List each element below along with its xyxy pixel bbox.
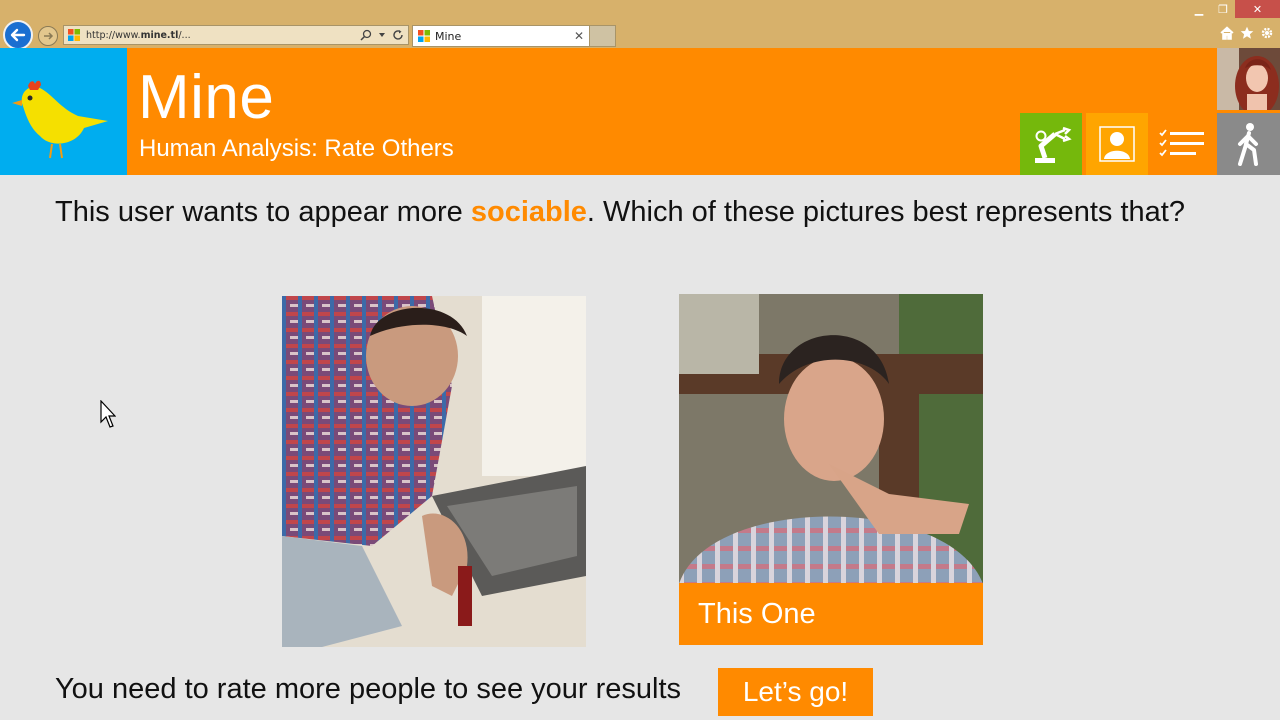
browser-toolbar-right: [1220, 26, 1274, 40]
this-one-button[interactable]: This One: [679, 583, 983, 645]
walking-person-icon: [1237, 123, 1258, 166]
walk-tile-button[interactable]: [1217, 113, 1280, 175]
minimize-icon[interactable]: ▁: [1187, 0, 1211, 18]
results-message: You need to rate more people to see your…: [55, 673, 682, 705]
restore-icon[interactable]: ❐: [1211, 0, 1235, 18]
candidate-photo-right[interactable]: This One: [679, 294, 983, 645]
robot-arm-icon: [1035, 126, 1072, 163]
back-button[interactable]: [3, 20, 33, 50]
search-icon[interactable]: [360, 29, 372, 41]
address-bar[interactable]: http://www.mine.tl/...: [63, 25, 409, 45]
browser-tab[interactable]: Mine ✕: [412, 25, 590, 47]
app-header: Mine Human Analysis: Rate Others: [0, 48, 1280, 175]
address-url: http://www.mine.tl/...: [86, 29, 191, 41]
robot-tile-button[interactable]: [1020, 113, 1082, 175]
refresh-icon[interactable]: [392, 29, 404, 41]
tab-title: Mine: [435, 29, 462, 43]
candidate-photo-left[interactable]: [282, 296, 586, 647]
home-icon[interactable]: [1220, 26, 1234, 40]
window-controls: ▁ ❐ ✕: [1187, 0, 1280, 18]
question-text: This user wants to appear more sociable.…: [55, 196, 1185, 229]
question-suffix: . Which of these pictures best represent…: [586, 196, 1185, 228]
profile-tile-button[interactable]: [1086, 113, 1148, 175]
page-subtitle: Human Analysis: Rate Others: [139, 135, 454, 162]
new-tab-button[interactable]: [590, 25, 616, 47]
browser-chrome: http://www.mine.tl/... Mine ✕ ▁ ❐ ✕: [0, 0, 1280, 50]
question-prefix: This user wants to appear more: [55, 196, 471, 228]
arrow-right-icon: [44, 32, 54, 40]
question-keyword: sociable: [470, 196, 587, 228]
bird-logo-icon: [12, 80, 108, 159]
checklist-tile-button[interactable]: [1151, 113, 1213, 175]
mouse-cursor-icon: [100, 400, 116, 428]
gear-icon[interactable]: [1260, 26, 1274, 40]
windows-logo-icon: [418, 30, 430, 42]
photo-man-with-toolbox: [282, 296, 586, 647]
dropdown-arrow-icon[interactable]: [378, 31, 386, 39]
windows-logo-icon: [68, 29, 80, 41]
forward-button[interactable]: [38, 26, 58, 46]
avatar-portrait: [1217, 48, 1280, 110]
lets-go-button[interactable]: Let’s go!: [718, 668, 873, 716]
favorites-star-icon[interactable]: [1240, 26, 1254, 40]
close-window-icon[interactable]: ✕: [1235, 0, 1280, 18]
profile-icon: [1099, 126, 1135, 162]
user-avatar[interactable]: [1217, 48, 1280, 110]
arrow-left-icon: [10, 28, 26, 42]
checklist-icon: [1159, 129, 1204, 157]
logo-tile[interactable]: [0, 48, 127, 175]
close-tab-icon[interactable]: ✕: [574, 29, 584, 43]
app-title: Mine: [138, 63, 275, 132]
